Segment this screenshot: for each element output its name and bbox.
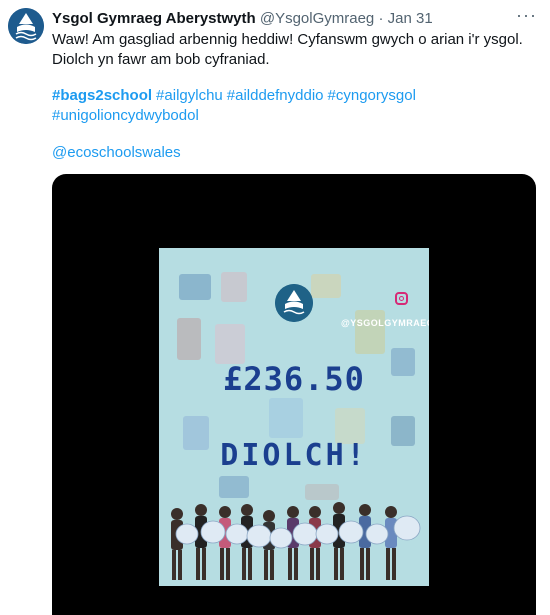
separator-dot: · <box>378 10 384 27</box>
school-logo-icon <box>275 284 313 322</box>
clothing-shape <box>177 318 201 360</box>
tweet-date[interactable]: Jan 31 <box>388 10 433 27</box>
instagram-icon <box>395 292 408 305</box>
children-group-photo <box>171 502 421 580</box>
more-options-icon[interactable]: ··· <box>516 6 536 28</box>
tweet-header: Ysgol Gymraeg Aberystwyth @YsgolGymraeg … <box>52 9 540 29</box>
poster-thanks: DIOLCH! <box>220 438 368 473</box>
mention-link[interactable]: @ecoschoolswales <box>52 143 181 163</box>
tweet-text-line: Waw! Am gasgliad arbennig heddiw! Cyfans… <box>52 31 523 48</box>
clothing-shape <box>355 310 385 354</box>
clothing-shape <box>311 274 341 298</box>
tweet-media[interactable]: @YSGOLGYMRAEG £236.50 DIOLCH! <box>52 174 536 615</box>
avatar[interactable] <box>8 8 44 44</box>
hashtag-link[interactable]: #cyngorysgol <box>328 87 416 104</box>
school-logo-icon <box>8 8 44 44</box>
tweet-text-line: Diolch yn fawr am bob cyfraniad. <box>52 51 270 68</box>
poster-handle: @YSGOLGYMRAEG <box>341 318 429 328</box>
hashtag-list: #bags2school #ailgylchu #ailddefnyddio #cyn… <box>52 86 532 126</box>
clothing-shape <box>219 476 249 498</box>
tweet-text: Waw! Am gasgliad arbennig heddiw! Cyfans… <box>52 30 532 70</box>
poster-image: @YSGOLGYMRAEG £236.50 DIOLCH! <box>159 248 429 586</box>
hashtag-link[interactable]: #ailddefnyddio <box>227 87 324 104</box>
author-name[interactable]: Ysgol Gymraeg Aberystwyth <box>52 10 256 27</box>
hashtag-link[interactable]: #bags2school <box>52 87 152 104</box>
clothing-shape <box>179 274 211 300</box>
author-handle[interactable]: @YsgolGymraeg <box>260 10 374 27</box>
clothing-shape <box>215 324 245 364</box>
clothing-shape <box>269 398 303 438</box>
poster-logo <box>275 284 313 322</box>
hashtag-link[interactable]: #unigolioncydwybodol <box>52 107 199 124</box>
poster-amount: £236.50 <box>223 360 365 398</box>
hashtag-link[interactable]: #ailgylchu <box>156 87 223 104</box>
clothing-shape <box>221 272 247 302</box>
